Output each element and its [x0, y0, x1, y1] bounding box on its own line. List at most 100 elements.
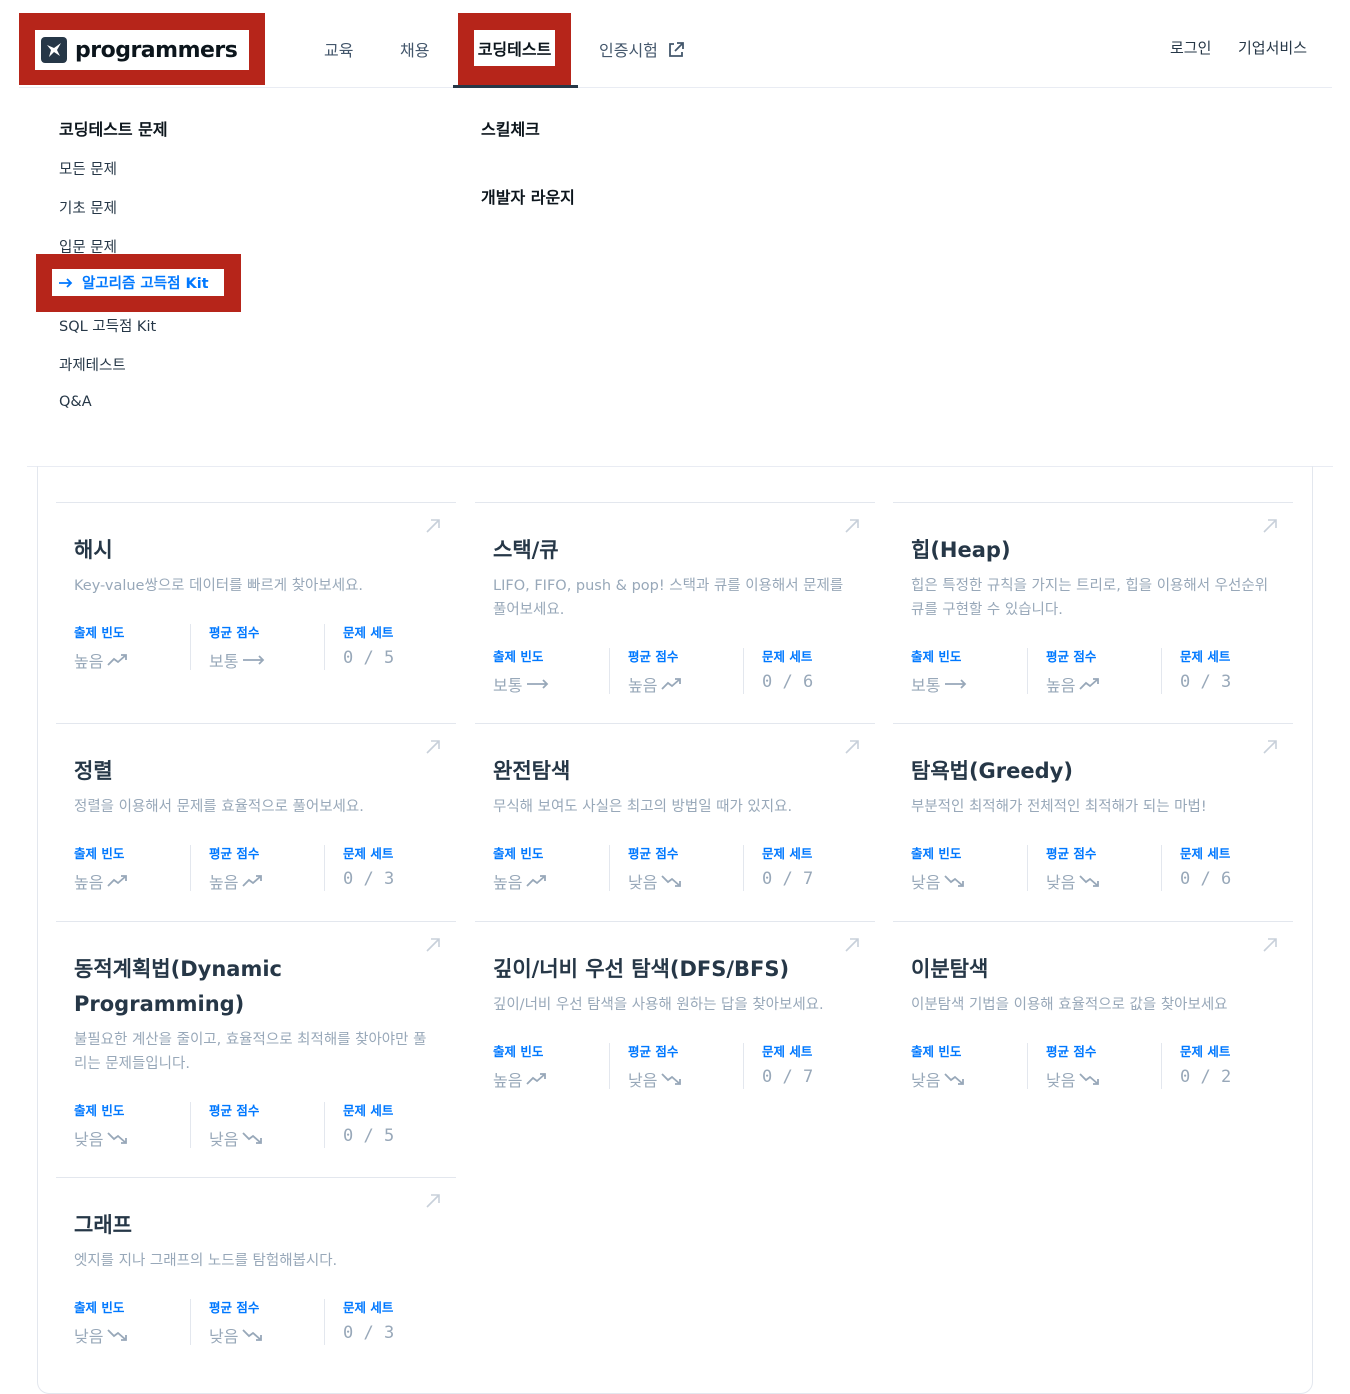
card-description: 정렬을 이용해서 문제를 효율적으로 풀어보세요.: [74, 799, 364, 815]
kit-card[interactable]: 스택/큐 LIFO, FIFO, push & pop! 스택과 큐를 이용해서 …: [475, 502, 875, 719]
stat-frequency: 출제 빈도높음: [74, 843, 129, 893]
stat-separator: [1161, 1043, 1162, 1089]
trend-up-icon: [107, 654, 128, 666]
stat-avg-score-label: 평균 점수: [209, 1103, 260, 1118]
stat-separator: [1027, 648, 1028, 694]
kit-card[interactable]: 동적계획법(Dynamic Programming) 불필요한 계산을 줄이고, …: [56, 921, 456, 1173]
kit-card[interactable]: 정렬정렬을 이용해서 문제를 효율적으로 풀어보세요. 출제 빈도높음 평균 점수높…: [56, 723, 456, 916]
nav-education[interactable]: 교육: [324, 37, 353, 61]
card-description: Key-value쌍으로 데이터를 빠르게 찾아보세요.: [74, 578, 364, 594]
stat-frequency: 출제 빈도 높음: [493, 1041, 548, 1091]
trend-up-icon: [526, 875, 547, 887]
stat-frequency: 출제 빈도보통: [911, 646, 968, 696]
card-stats: 출제 빈도 높음 평균 점수 낮음 문제 세트 0 / 7: [493, 1041, 853, 1091]
kit-card[interactable]: 그래프 엣지를 지나 그래프의 노드를 탐험해봅시다. 출제 빈도 낮음 평균 점수 낮음…: [56, 1177, 456, 1370]
stat-frequency-value: 높음: [493, 1067, 548, 1091]
stat-frequency-text: 높음: [493, 873, 523, 892]
stat-separator: [1161, 648, 1162, 694]
menu-item-algorithm-kit[interactable]: 알고리즘 고득점 Kit: [52, 269, 224, 296]
kit-card[interactable]: 탐욕법(Greedy) 부분적인 최적해가 전체적인 최적해가 되는 마법! 출제 …: [893, 723, 1293, 916]
menu-item-algorithm-kit-label: 알고리즘 고득점 Kit: [82, 276, 209, 292]
stat-avg-score-label: 평균 점수: [209, 1300, 260, 1315]
stat-problem-set-label: 문제 세트: [343, 625, 394, 640]
menu-item-assignment-test[interactable]: 과제테스트: [59, 354, 126, 375]
stat-frequency: 출제 빈도 낮음: [911, 843, 966, 892]
card-stats: 출제 빈도 낮음 평균 점수 낮음 문제 세트 0 / 3: [74, 1297, 434, 1346]
stat-frequency-value: 보통: [911, 672, 968, 696]
stat-problem-set: 문제 세트 0 / 3: [343, 1297, 394, 1345]
stat-problem-set-label: 문제 세트: [1180, 649, 1231, 664]
trend-flat-icon: [243, 655, 265, 665]
stat-frequency-text: 높음: [74, 652, 104, 671]
stat-problem-set-value: 0 / 5: [343, 648, 395, 668]
stat-separator: [324, 1102, 325, 1148]
menu-title-coding-test-problems[interactable]: 코딩테스트 문제: [59, 116, 168, 140]
stat-avg-score: 평균 점수 낮음: [209, 1297, 264, 1346]
kit-card[interactable]: 이분탐색 이분탐색 기법을 이용해 효율적으로 값을 찾아보세요 출제 빈도 낮음 평균…: [893, 921, 1293, 1114]
stat-problem-set-label: 문제 세트: [1180, 1044, 1231, 1059]
stat-frequency-value: 낮음: [911, 1067, 966, 1091]
menu-item-sql-kit[interactable]: SQL 고득점 Kit: [59, 315, 156, 336]
stat-frequency-text: 보통: [493, 676, 523, 695]
stat-avg-score: 평균 점수 낮음: [1046, 843, 1101, 892]
card-stats: 출제 빈도 낮음 평균 점수 낮음 문제 세트 0 / 5: [74, 1100, 434, 1150]
trend-down-icon: [242, 1132, 263, 1144]
card-title: 그래프: [74, 1213, 132, 1237]
kit-card[interactable]: 완전탐색 무식해 보여도 사실은 최고의 방법일 때가 있지요. 출제 빈도 높음 평균…: [475, 723, 875, 916]
kit-card[interactable]: 깊이/너비 우선 탐색(DFS/BFS) 깊이/너비 우선 탐색을 사용해 원하는…: [475, 921, 875, 1114]
card-stats: 출제 빈도 높음 평균 점수 낮음 문제 세트 0 / 7: [493, 843, 853, 892]
stat-problem-set-label: 문제 세트: [343, 846, 394, 861]
stat-problem-set-value: 0 / 5: [343, 1126, 395, 1146]
stat-frequency-label: 출제 빈도: [911, 846, 962, 861]
card-title: 스택/큐: [493, 538, 559, 562]
stat-separator: [609, 845, 610, 891]
card-title: 정렬: [74, 759, 113, 783]
nav-jobs[interactable]: 채용: [400, 37, 429, 61]
stat-problem-set-value: 0 / 6: [762, 672, 814, 692]
logo-link[interactable]: programmers: [35, 30, 249, 70]
stat-problem-set: 문제 세트 0 / 6: [1180, 843, 1231, 891]
stat-frequency-label: 출제 빈도: [911, 649, 962, 664]
stat-problem-set-value: 0 / 2: [1180, 1067, 1232, 1087]
card-stats: 출제 빈도 낮음 평균 점수 낮음 문제 세트 0 / 2: [911, 1041, 1271, 1091]
menu-item-basic-problems[interactable]: 기초 문제: [59, 197, 117, 218]
card-description: 엣지를 지나 그래프의 노드를 탐험해봅시다.: [74, 1253, 338, 1269]
stat-avg-score-label: 평균 점수: [209, 846, 260, 861]
menu-title-skill-check[interactable]: 스킬체크: [481, 116, 540, 140]
trend-down-icon: [107, 1329, 128, 1341]
trend-up-icon: [242, 875, 263, 887]
nav-coding-test[interactable]: 코딩테스트: [474, 30, 555, 66]
menu-item-all-problems[interactable]: 모든 문제: [59, 158, 117, 179]
stat-frequency-label: 출제 빈도: [74, 625, 125, 640]
stat-problem-set-value: 0 / 7: [762, 869, 814, 889]
stat-separator: [190, 1102, 191, 1148]
card-title: 해시: [74, 538, 113, 562]
card-description: 불필요한 계산을 줄이고, 효율적으로 최적해를 찾아야만 풀리는 문제들입니다…: [74, 1032, 427, 1072]
stat-avg-score-text: 낮음: [628, 873, 658, 892]
stat-avg-score-value: 높음: [628, 672, 683, 696]
stat-avg-score-value: 낮음: [628, 1067, 683, 1091]
arrow-right-icon: [59, 277, 73, 288]
stat-separator: [324, 624, 325, 670]
menu-title-dev-lounge[interactable]: 개발자 라운지: [481, 184, 575, 208]
stat-frequency-value: 높음: [74, 869, 129, 893]
stat-avg-score-text: 높음: [209, 873, 239, 892]
enterprise-link[interactable]: 기업서비스: [1238, 37, 1307, 58]
nav-certification-label: 인증시험: [599, 41, 658, 60]
card-title: 이분탐색: [911, 957, 989, 981]
stat-frequency-label: 출제 빈도: [74, 846, 125, 861]
trend-down-icon: [107, 1132, 128, 1144]
stat-frequency-value: 낮음: [74, 1126, 129, 1150]
stat-problem-set: 문제 세트 0 / 5: [343, 1100, 394, 1148]
stat-frequency: 출제 빈도 보통: [493, 646, 550, 695]
kit-card[interactable]: 힙(Heap) 힙은 특정한 규칙을 가지는 트리로, 힙을 이용해서 우선순위 …: [893, 502, 1293, 719]
stat-problem-set: 문제 세트 0 / 5: [343, 622, 394, 670]
stat-problem-set-label: 문제 세트: [1180, 846, 1231, 861]
stat-problem-set-label: 문제 세트: [343, 1300, 394, 1315]
login-link[interactable]: 로그인: [1170, 37, 1211, 58]
menu-item-qna[interactable]: Q&A: [59, 394, 92, 410]
stat-avg-score-label: 평균 점수: [1046, 846, 1097, 861]
stat-separator: [324, 845, 325, 891]
nav-certification[interactable]: 인증시험: [599, 37, 685, 61]
kit-card[interactable]: 해시 Key-value쌍으로 데이터를 빠르게 찾아보세요. 출제 빈도 높음 평균 …: [56, 502, 456, 695]
